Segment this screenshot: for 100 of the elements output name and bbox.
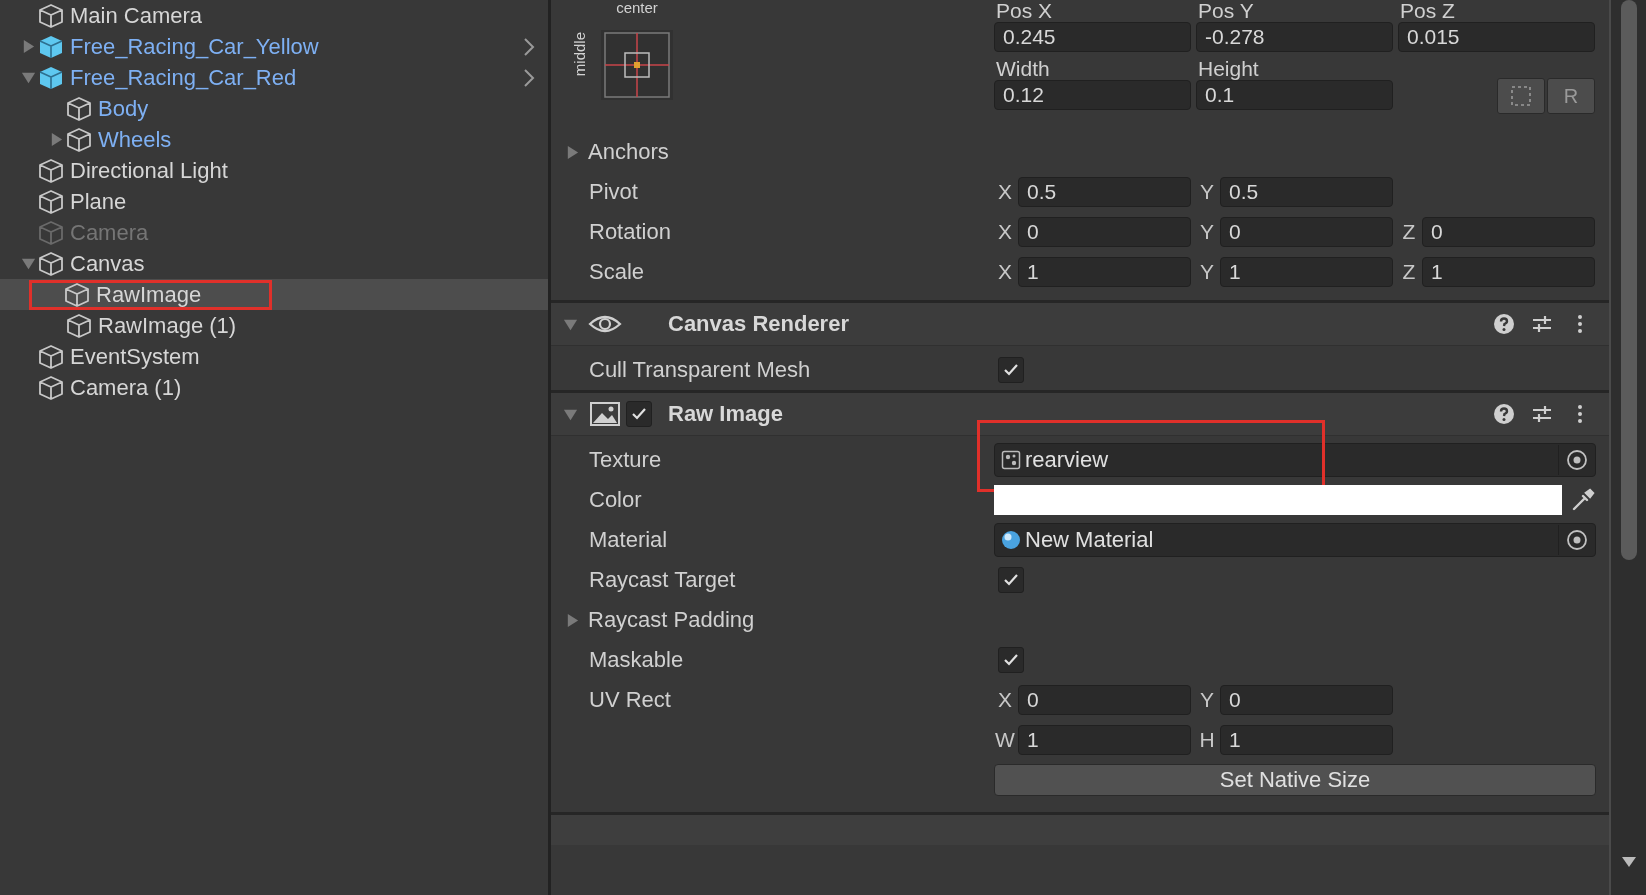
number-field[interactable]: 0.5 — [1220, 177, 1393, 207]
sliders-icon[interactable] — [1531, 313, 1553, 335]
hierarchy-row[interactable]: Main Camera — [0, 0, 548, 31]
component-header[interactable]: Raw Image — [551, 393, 1609, 436]
help-icon[interactable] — [1493, 313, 1515, 335]
number-field[interactable]: 0 — [1220, 685, 1393, 715]
cube-icon — [66, 95, 92, 122]
hierarchy-row[interactable]: Plane — [0, 186, 548, 217]
cube-icon — [38, 157, 64, 184]
hierarchy-row[interactable]: Free_Racing_Car_Yellow — [0, 31, 548, 62]
hierarchy-item-label[interactable]: Canvas — [70, 250, 145, 277]
vertical-anchor-label: middle — [571, 32, 589, 77]
number-field[interactable]: 0.12 — [994, 80, 1191, 110]
hierarchy-item-label[interactable]: Wheels — [98, 126, 172, 153]
hierarchy-item-label[interactable]: Directional Light — [70, 157, 228, 184]
number-field[interactable]: 0 — [1220, 217, 1393, 247]
cube-icon — [38, 343, 64, 370]
expanded-arrow-icon[interactable] — [20, 256, 36, 271]
hierarchy-row[interactable]: Directional Light — [0, 155, 548, 186]
field-label: Height — [1197, 58, 1260, 80]
number-field[interactable]: 1 — [1018, 257, 1191, 287]
component-header[interactable]: Canvas Renderer — [551, 303, 1609, 346]
horizontal-anchor-label: center — [616, 0, 658, 16]
axis-label: Y — [1199, 688, 1215, 712]
texture-icon — [1001, 450, 1021, 470]
component-title: Canvas Renderer — [668, 311, 849, 337]
field-label: Pos X — [995, 0, 1054, 22]
number-field[interactable]: 0.1 — [1196, 80, 1393, 110]
number-field[interactable]: 1 — [1220, 725, 1393, 755]
number-field[interactable]: 0.5 — [1018, 177, 1191, 207]
hierarchy-item-label[interactable]: Free_Racing_Car_Yellow — [70, 33, 319, 60]
axis-label: X — [997, 220, 1013, 244]
image-icon — [588, 400, 622, 428]
set-native-size-button[interactable]: Set Native Size — [994, 764, 1596, 796]
help-icon[interactable] — [1493, 403, 1515, 425]
number-field[interactable]: 1 — [1422, 257, 1595, 287]
scrollbar[interactable] — [1609, 0, 1646, 895]
hierarchy-row[interactable]: Canvas — [0, 248, 548, 279]
expanded-arrow-icon[interactable] — [20, 70, 36, 85]
blueprint-mode-button[interactable] — [1497, 78, 1545, 114]
number-field[interactable]: 0.015 — [1398, 22, 1595, 52]
hierarchy-row[interactable]: Body — [0, 93, 548, 124]
cube-icon — [38, 374, 64, 401]
hierarchy-item-label[interactable]: RawImage — [96, 281, 202, 308]
number-field[interactable]: 1 — [1220, 257, 1393, 287]
number-field[interactable]: 0 — [1422, 217, 1595, 247]
checkbox[interactable] — [626, 401, 652, 427]
cube-icon — [38, 219, 64, 246]
component-title: Raw Image — [668, 401, 783, 427]
object-picker-icon[interactable] — [1566, 449, 1588, 471]
field-label: Pos Y — [1197, 0, 1255, 22]
property-label: Material — [589, 527, 668, 552]
axis-label: Y — [1199, 180, 1215, 204]
hierarchy-item-label[interactable]: Main Camera — [70, 2, 203, 29]
cube-icon — [38, 250, 64, 277]
hierarchy-row[interactable]: RawImage (1) — [0, 310, 548, 341]
chevron-right-icon[interactable] — [522, 67, 536, 88]
dashed-square-icon — [1510, 85, 1532, 107]
collapsed-arrow-icon[interactable] — [565, 144, 580, 160]
field-label: Pos Z — [1399, 0, 1456, 22]
axis-label: Y — [1199, 260, 1215, 284]
cube-icon — [64, 281, 90, 308]
selected-hierarchy-row[interactable]: RawImage — [0, 279, 548, 310]
axis-label: Y — [1199, 220, 1215, 244]
anchor-preset-icon[interactable] — [601, 30, 673, 100]
checkbox[interactable] — [998, 567, 1024, 593]
number-field[interactable]: 0.245 — [994, 22, 1191, 52]
property-label: Scale — [589, 259, 645, 284]
number-field[interactable]: 0 — [1018, 217, 1191, 247]
scroll-down-arrow-icon[interactable] — [1621, 857, 1636, 867]
prefab-cube-icon — [38, 64, 64, 91]
collapsed-arrow-icon[interactable] — [565, 612, 580, 628]
hierarchy-item-label[interactable]: Camera (1) — [70, 374, 182, 401]
hierarchy-item-label[interactable]: EventSystem — [70, 343, 200, 370]
prefab-cube-icon — [38, 33, 64, 60]
hierarchy-item-label[interactable]: RawImage (1) — [98, 312, 237, 339]
checkbox[interactable] — [998, 647, 1024, 673]
chevron-right-icon[interactable] — [522, 36, 536, 57]
number-field[interactable]: 1 — [1018, 725, 1191, 755]
checkbox[interactable] — [998, 357, 1024, 383]
object-field[interactable]: rearview — [994, 443, 1596, 477]
hierarchy-row[interactable]: Camera (1) — [0, 372, 548, 403]
hierarchy-item-label[interactable]: Free_Racing_Car_Red — [70, 64, 297, 91]
color-swatch[interactable] — [994, 485, 1562, 515]
eyedropper-icon[interactable] — [1570, 487, 1596, 513]
object-picker-icon[interactable] — [1566, 529, 1588, 551]
number-field[interactable]: 0 — [1018, 685, 1191, 715]
hierarchy-row[interactable]: Wheels — [0, 124, 548, 155]
object-field[interactable]: New Material — [994, 523, 1596, 557]
foldout-label[interactable]: Raycast Padding — [588, 607, 755, 633]
foldout-label[interactable]: Anchors — [588, 139, 669, 165]
hierarchy-item-label[interactable]: Plane — [70, 188, 127, 215]
cube-icon — [38, 2, 64, 29]
axis-label: Z — [1401, 220, 1417, 244]
hierarchy-row[interactable]: EventSystem — [0, 341, 548, 372]
property-label: Maskable — [589, 647, 684, 672]
number-field[interactable]: -0.278 — [1196, 22, 1393, 52]
sliders-icon[interactable] — [1531, 403, 1553, 425]
hierarchy-item-label[interactable]: Body — [98, 95, 149, 122]
hierarchy-row[interactable]: Free_Racing_Car_Red — [0, 62, 548, 93]
